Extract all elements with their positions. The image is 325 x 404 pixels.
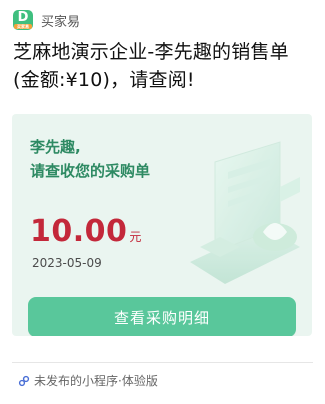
purchase-card[interactable]: 李先趣, 请查收您的采购单 10.00 元 2023-05-09 查看采购明细 [12,114,312,336]
buyer-greeting: 李先趣, [30,138,81,156]
footer-divider [12,362,313,363]
message-title[interactable]: 芝麻地演示企业-李先趣的销售单(金额:¥10)，请查阅! [13,38,313,94]
footer-label: 未发布的小程序·体验版 [34,374,158,388]
view-purchase-details-button[interactable]: 查看采购明细 [28,297,296,336]
logo-tag: 买家易 [14,24,32,29]
order-date: 2023-05-09 [32,256,102,270]
app-name: 买家易 [41,14,81,30]
app-logo-icon: D 买家易 [13,10,33,30]
document-illustration-icon [190,141,300,284]
amount-value: 10.00 [30,214,128,249]
miniprogram-link-icon [18,375,30,386]
amount-unit: 元 [129,230,142,244]
footer[interactable]: 未发布的小程序·体验版 [18,372,158,389]
app-header: D 买家易 买家易 [13,8,80,32]
card-headline: 请查收您的采购单 [30,162,151,180]
amount-display: 10.00 元 [30,214,141,249]
